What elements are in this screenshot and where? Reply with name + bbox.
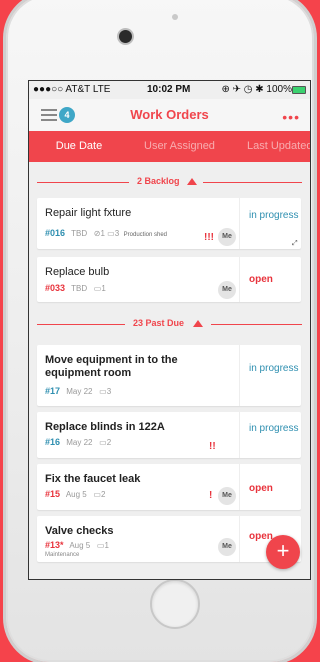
priority-indicator: !! — [209, 441, 216, 452]
assignee-avatar[interactable]: Me — [218, 228, 236, 246]
work-order-number: #16 — [45, 437, 61, 447]
card-meta: #16 May 22 ▭2 — [45, 437, 112, 447]
backlog-count: 2 — [137, 176, 143, 186]
due-date: Aug 5 — [69, 541, 91, 550]
section-header-past-due[interactable]: 23 Past Due — [29, 317, 310, 331]
page-title: Work Orders — [130, 107, 209, 122]
tab-last-updated[interactable]: Last Updated — [247, 140, 310, 152]
plus-icon[interactable]: + — [266, 535, 300, 569]
work-order-card[interactable]: Repair light fxture #016 TBD ⊘1 ▭3 Produ… — [37, 198, 301, 249]
status-label[interactable]: in progress — [249, 422, 299, 435]
card-title: Replace bulb — [45, 266, 110, 278]
card-meta: #033 TBD ▭1 — [45, 283, 106, 293]
status-label[interactable]: in progress — [249, 209, 299, 222]
status-label[interactable]: in progress — [249, 362, 299, 375]
assignee-avatar[interactable]: Me — [218, 281, 236, 299]
sort-tabs: Due Date User Assigned Last Updated — [29, 131, 310, 162]
card-meta: #15 Aug 5 ▭2 — [45, 489, 106, 499]
tab-due-date[interactable]: Due Date — [29, 140, 129, 152]
work-order-number: #15 — [45, 489, 61, 499]
home-button[interactable] — [150, 579, 200, 629]
tab-user-assigned[interactable]: User Assigned — [144, 140, 215, 152]
status-icons: ⊕ ✈ ◷ ✱ 100% — [221, 84, 292, 95]
work-order-card[interactable]: Fix the faucet leak #15 Aug 5 ▭2 ! Me op… — [37, 464, 301, 510]
card-title: Move equipment in to the equipment room — [45, 354, 178, 379]
priority-indicator: ! — [209, 490, 213, 501]
card-title: Valve checks — [45, 525, 114, 537]
app-screen: ●●●○○ AT&T LTE 10:02 PM ⊕ ✈ ◷ ✱ 100% 4 W… — [28, 80, 311, 580]
sensor-dot — [172, 14, 178, 20]
work-order-card[interactable]: Valve checks #13* Aug 5 ▭1 Maintenance M… — [37, 516, 301, 562]
nav-bar: 4 Work Orders ••• — [29, 99, 310, 131]
carrier: ●●●○○ AT&T LTE — [33, 84, 111, 95]
card-meta: #13* Aug 5 ▭1 — [45, 540, 109, 550]
card-title: Repair light fxture — [45, 207, 132, 219]
backlog-label: Backlog — [144, 176, 180, 186]
priority-indicator: !!! — [204, 232, 214, 243]
comment-icon: ▭ — [99, 387, 107, 396]
triangle-up-icon — [193, 320, 203, 327]
card-meta: #17 May 22 ▭3 — [45, 386, 112, 396]
section-header-backlog[interactable]: 2 Backlog — [29, 175, 310, 189]
status-bar: ●●●○○ AT&T LTE 10:02 PM ⊕ ✈ ◷ ✱ 100% — [29, 81, 310, 99]
clock: 10:02 PM — [147, 84, 191, 95]
due-date: Aug 5 — [65, 490, 87, 499]
work-order-number: #033 — [45, 283, 66, 293]
work-order-card[interactable]: Replace blinds in 122A #16 May 22 ▭2 !! … — [37, 412, 301, 458]
ellipsis-icon[interactable]: ••• — [282, 109, 300, 125]
work-order-number: #016 — [45, 228, 66, 238]
location: Maintenance — [45, 552, 80, 558]
comment-icon: ▭ — [107, 229, 115, 238]
due-date: May 22 — [66, 438, 93, 447]
past-due-label: Past Due — [145, 318, 185, 328]
expand-icon[interactable]: ⤢ — [292, 240, 298, 248]
assignee-avatar[interactable]: Me — [218, 487, 236, 505]
card-meta: #016 TBD ⊘1 ▭3 Production shed — [45, 228, 168, 238]
location: Production shed — [123, 232, 168, 238]
status-label[interactable]: open — [249, 273, 273, 286]
work-order-card[interactable]: Replace bulb #033 TBD ▭1 Me open — [37, 257, 301, 302]
due-date: May 22 — [66, 387, 93, 396]
work-order-number: #13* — [45, 540, 64, 550]
past-due-count: 23 — [133, 318, 144, 328]
comment-icon: ▭ — [93, 490, 101, 499]
due-date: TBD — [71, 229, 88, 238]
due-date: TBD — [71, 284, 88, 293]
front-camera — [119, 30, 132, 43]
battery-icon — [292, 86, 306, 94]
card-title: Fix the faucet leak — [45, 473, 141, 485]
comment-icon: ▭ — [99, 438, 107, 447]
assignee-avatar[interactable]: Me — [218, 538, 236, 556]
work-order-number: #17 — [45, 386, 61, 396]
card-title: Replace blinds in 122A — [45, 421, 165, 433]
work-order-card[interactable]: Move equipment in to the equipment room … — [37, 345, 301, 406]
status-label[interactable]: open — [249, 482, 273, 495]
triangle-up-icon — [187, 178, 197, 185]
